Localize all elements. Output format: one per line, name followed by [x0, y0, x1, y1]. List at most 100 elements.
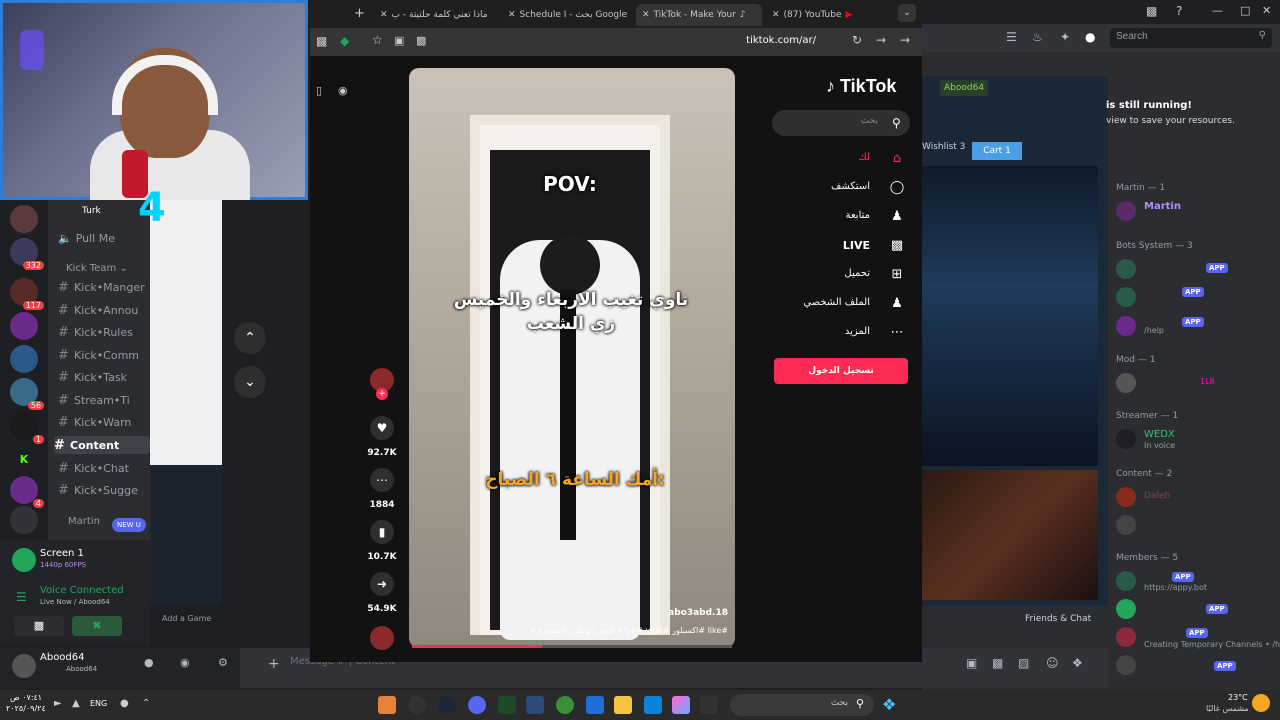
url-field[interactable]: tiktok.com/ar/ — [700, 35, 816, 46]
tab-arabic-search[interactable]: ✕ماذا تعني كلمة حلتيتة - ب● — [380, 4, 492, 26]
mic-tray-icon[interactable]: ● — [120, 698, 129, 709]
server-icon[interactable] — [10, 205, 38, 233]
avatar[interactable] — [1116, 259, 1136, 279]
voice-connected-status[interactable]: Voice Connected — [40, 585, 124, 596]
headset-icon[interactable]: ◉ — [180, 656, 190, 669]
forward-icon[interactable]: → — [900, 33, 910, 47]
clock-date[interactable]: ٢٠٢٥/٠٩/٢٤ — [6, 704, 46, 713]
channel-kick-warn[interactable]: # Kick•Warn — [58, 413, 154, 431]
xbox-icon[interactable] — [498, 696, 516, 714]
member-name-help[interactable]: /help — [1144, 326, 1164, 335]
kick-server-icon[interactable]: K — [10, 445, 38, 473]
category-kick-team[interactable]: Kick Team ⌄ — [66, 263, 128, 274]
server-icon[interactable]: 332 — [10, 238, 44, 270]
compass-icon[interactable]: ◯ — [889, 179, 905, 195]
avatar[interactable] — [1116, 655, 1136, 675]
threads-icon[interactable]: ☰ — [1006, 30, 1017, 44]
tab-close-icon[interactable]: ✕ — [508, 10, 516, 20]
cart-button[interactable]: Cart 1 — [972, 142, 1022, 160]
settings-gear-icon[interactable]: ⚙ — [218, 656, 228, 669]
server-icon[interactable] — [10, 345, 38, 373]
mic-icon[interactable]: ● — [144, 656, 154, 669]
connection-icon[interactable]: ☰ — [16, 590, 27, 604]
inbox-icon[interactable]: ▩ — [1146, 4, 1157, 18]
volume-icon[interactable]: ► — [54, 698, 62, 709]
profile-icon[interactable]: ♟ — [889, 295, 905, 311]
channel-stream-time[interactable]: # Stream•Ti — [58, 391, 154, 409]
avatar[interactable] — [1116, 287, 1136, 307]
steam-icon[interactable] — [438, 696, 456, 714]
video-author[interactable]: abo3abd.18 — [600, 608, 728, 618]
channel-kick-suggest[interactable]: # Kick•Sugge — [58, 481, 154, 499]
store-icon[interactable] — [586, 696, 604, 714]
nav-live[interactable]: LIVE — [843, 239, 870, 252]
nav-following[interactable]: متابعة — [846, 210, 870, 221]
friends-chat-button[interactable]: Friends & Chat — [1025, 614, 1091, 624]
wishlist-button[interactable]: Wishlist 3 — [922, 142, 965, 152]
sticker-icon[interactable]: ▨ — [1018, 656, 1029, 670]
windows-start-icon[interactable]: ❖ — [882, 696, 900, 714]
file-explorer-icon[interactable] — [614, 696, 632, 714]
category-martin[interactable]: Martin — [68, 516, 100, 527]
avatar[interactable] — [1116, 487, 1136, 507]
wifi-icon[interactable]: ▲ — [72, 698, 80, 709]
reload-icon[interactable]: ↻ — [852, 33, 862, 47]
taskbar-search[interactable]: بحث — [730, 694, 874, 716]
clock-time[interactable]: ٠٧:٤١ ص — [10, 693, 42, 702]
nav-profile[interactable]: الملف الشخصي — [803, 297, 870, 308]
channel-kick-manger[interactable]: # Kick•Manger — [58, 278, 154, 296]
screenshot-icon[interactable]: ▣ — [394, 34, 404, 47]
game-launcher-icon[interactable] — [378, 696, 396, 714]
avatar[interactable] — [1116, 316, 1136, 336]
bookmark-icon[interactable]: ▮ — [370, 520, 394, 544]
nav-explore[interactable]: استكشف — [831, 181, 870, 192]
tab-tiktok[interactable]: ✕ TikTok - Make Your ♪ — [636, 4, 762, 26]
add-attachment-icon[interactable]: + — [268, 656, 280, 672]
new-unreads-pill[interactable]: NEW U — [112, 518, 146, 532]
apps-icon[interactable]: ❖ — [1072, 656, 1083, 670]
minimize-button[interactable]: — — [1212, 4, 1223, 17]
next-video-button[interactable]: ⌄ — [234, 366, 266, 398]
bell-icon[interactable]: ♨ — [1032, 30, 1043, 44]
emoji-icon[interactable]: ☺ — [1046, 656, 1059, 670]
home-icon[interactable]: ⌂ — [889, 150, 905, 166]
server-icon[interactable] — [10, 312, 38, 340]
server-icon[interactable]: 56 — [10, 378, 44, 410]
search-icon[interactable]: ⚲ — [892, 116, 901, 130]
language-indicator[interactable]: ENG — [90, 699, 107, 708]
avatar[interactable] — [1116, 429, 1136, 449]
maximize-button[interactable]: □ — [1240, 4, 1250, 17]
tab-close-icon[interactable]: ✕ — [772, 10, 780, 20]
help-icon[interactable]: ? — [1176, 4, 1182, 18]
members-icon[interactable]: ● — [1085, 30, 1095, 44]
tiktok-logo[interactable]: ♪ TikTok — [826, 76, 896, 97]
more-icon[interactable]: ⋯ — [889, 324, 905, 340]
gift-icon[interactable]: ▣ — [966, 656, 977, 670]
comment-icon[interactable]: ⋯ — [370, 468, 394, 492]
extensions-icon[interactable]: ▩ — [316, 34, 327, 48]
server-icon[interactable] — [10, 506, 38, 534]
steam-user-chip[interactable]: Abood64 — [940, 80, 989, 96]
bookmark-star-icon[interactable]: ☆ — [372, 33, 383, 47]
new-tab-button[interactable]: + — [354, 6, 365, 21]
copilot-icon[interactable] — [672, 696, 690, 714]
back-icon[interactable]: → — [876, 33, 886, 47]
tiktok-search-input[interactable]: بحث — [772, 110, 910, 136]
upload-icon[interactable]: ⊞ — [889, 266, 905, 282]
avatar[interactable] — [1116, 599, 1136, 619]
shield-icon[interactable]: ◆ — [340, 34, 349, 48]
nav-upload[interactable]: تحميل — [844, 268, 870, 279]
screen-share-button[interactable]: ✖ — [72, 616, 122, 636]
follow-plus-icon[interactable]: + — [376, 388, 388, 400]
channel-kick-task[interactable]: # Kick•Task — [58, 368, 154, 386]
server-icon[interactable]: 117 — [10, 278, 44, 310]
avatar[interactable] — [1116, 515, 1136, 535]
settings-icon[interactable]: ◉ — [338, 84, 348, 97]
tab-schedule[interactable]: ✕ Schedule I - بحث Google — [508, 4, 628, 26]
avatar[interactable] — [1116, 373, 1136, 393]
obs-icon[interactable] — [408, 696, 426, 714]
weather-icon[interactable] — [1252, 694, 1270, 712]
member-name-martin[interactable]: Martin — [1144, 201, 1181, 212]
share-icon[interactable]: ➜ — [370, 572, 394, 596]
search-input[interactable]: Search ⚲ — [1110, 28, 1272, 48]
